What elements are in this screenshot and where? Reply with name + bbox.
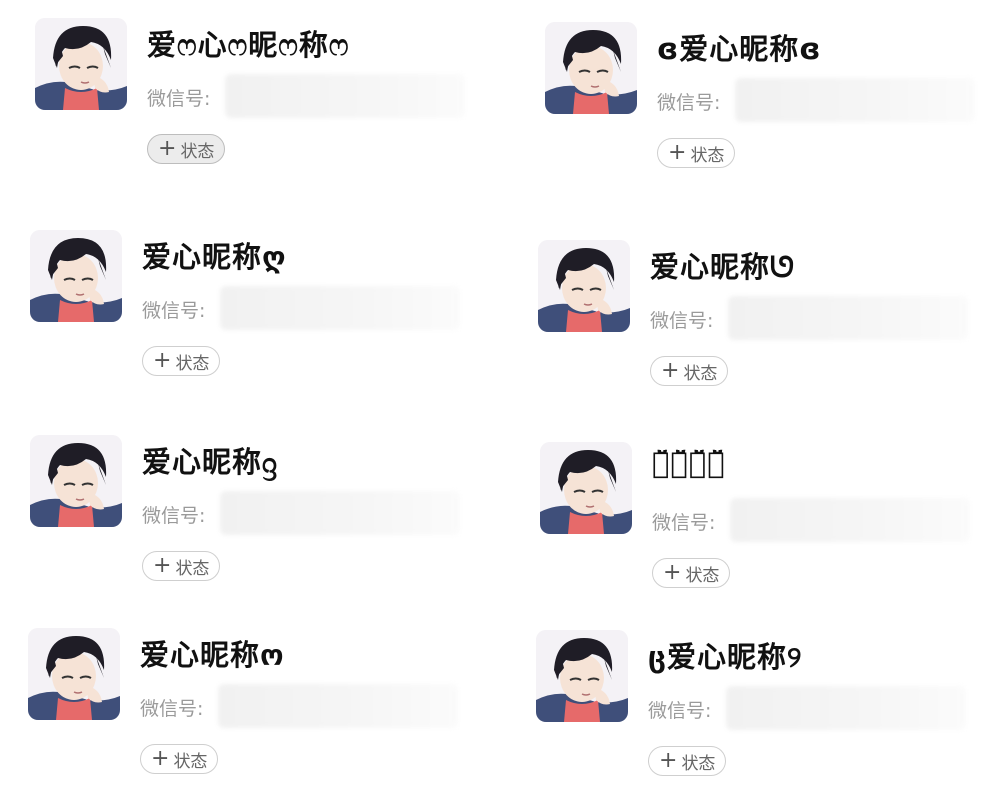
plus-icon: + — [668, 140, 687, 165]
plus-icon: + — [153, 348, 172, 373]
status-label: 状态 — [180, 141, 215, 162]
wechat-id-label: 微信号: — [147, 88, 211, 110]
wechat-id-label: 微信号: — [657, 92, 721, 114]
contact-card[interactable]: ɞ爱心昵称ɞ 微信号: + 状态 — [545, 22, 1000, 197]
avatar[interactable] — [28, 628, 120, 720]
wechat-id-redacted — [726, 686, 966, 730]
status-label: 状态 — [683, 363, 718, 384]
plus-icon: + — [659, 748, 678, 773]
wechat-id-redacted — [220, 286, 460, 330]
nickname: 爱̆̈心̆̈昵̆̈称̆̈ — [652, 446, 726, 480]
add-status-button[interactable]: + 状态 — [657, 138, 736, 168]
contact-card[interactable]: ც爱心昵称୨ 微信号: + 状态 — [536, 630, 996, 805]
contact-card[interactable]: 爱心昵称ღ 微信号: + 状态 — [30, 230, 490, 405]
plus-icon: + — [158, 136, 177, 161]
wechat-id-label: 微信号: — [142, 300, 206, 322]
add-status-button[interactable]: + 状态 — [652, 558, 731, 588]
plus-icon: + — [153, 553, 172, 578]
avatar[interactable] — [545, 22, 637, 114]
add-status-button[interactable]: + 状态 — [147, 134, 226, 164]
add-status-button[interactable]: + 状态 — [650, 356, 729, 386]
wechat-id-label: 微信号: — [648, 700, 712, 722]
avatar[interactable] — [30, 435, 122, 527]
status-label: 状态 — [685, 565, 720, 586]
nickname: 爱心昵称ᘎ — [650, 250, 796, 284]
contact-card[interactable]: 爱̆̈心̆̈昵̆̈称̆̈ 微信号: + 状态 — [540, 442, 1000, 617]
wechat-id-redacted — [730, 498, 970, 542]
wechat-id-label: 微信号: — [142, 505, 206, 527]
plus-icon: + — [151, 746, 170, 771]
status-label: 状态 — [173, 751, 208, 772]
contact-card[interactable]: 爱心昵称ო 微信号: + 状态 — [28, 628, 488, 803]
nickname: 爱心昵称ო — [140, 638, 285, 672]
wechat-id-redacted — [735, 78, 975, 122]
wechat-id-redacted — [225, 74, 465, 118]
wechat-id-redacted — [218, 684, 458, 728]
wechat-id-label: 微信号: — [650, 310, 714, 332]
wechat-id-redacted — [728, 296, 968, 340]
nickname: ɞ爱心昵称ɞ — [657, 32, 822, 66]
plus-icon: + — [661, 358, 680, 383]
contact-card[interactable]: 爱ෆ心ෆ昵ෆ称ෆ 微信号: + 状态 — [35, 18, 495, 193]
status-label: 状态 — [175, 353, 210, 374]
nickname: 爱ෆ心ෆ昵ෆ称ෆ — [147, 28, 350, 62]
status-label: 状态 — [681, 753, 716, 774]
nickname: 爱心昵称ღ — [142, 240, 287, 274]
avatar[interactable] — [35, 18, 127, 110]
wechat-id-label: 微信号: — [652, 512, 716, 534]
plus-icon: + — [663, 560, 682, 585]
status-label: 状态 — [690, 145, 725, 166]
avatar[interactable] — [30, 230, 122, 322]
avatar[interactable] — [536, 630, 628, 722]
add-status-button[interactable]: + 状态 — [142, 346, 221, 376]
wechat-id-label: 微信号: — [140, 698, 204, 720]
avatar[interactable] — [540, 442, 632, 534]
contact-card[interactable]: 爱心昵称ᘎ 微信号: + 状态 — [538, 240, 998, 415]
nickname: 爱心昵称ᦋ — [142, 445, 279, 479]
wechat-id-redacted — [220, 491, 460, 535]
nickname: ც爱心昵称୨ — [648, 640, 803, 674]
add-status-button[interactable]: + 状态 — [140, 744, 219, 774]
add-status-button[interactable]: + 状态 — [648, 746, 727, 776]
contact-card[interactable]: 爱心昵称ᦋ 微信号: + 状态 — [30, 435, 490, 610]
add-status-button[interactable]: + 状态 — [142, 551, 221, 581]
avatar[interactable] — [538, 240, 630, 332]
status-label: 状态 — [175, 558, 210, 579]
